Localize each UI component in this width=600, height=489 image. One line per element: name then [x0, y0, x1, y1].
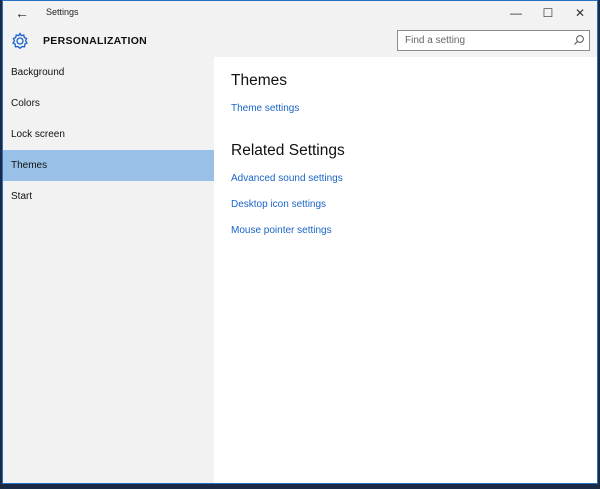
search-icon[interactable]: [573, 34, 585, 46]
page-title: PERSONALIZATION: [43, 35, 148, 47]
sidebar-item-label: Colors: [11, 98, 40, 109]
sidebar-item-colors[interactable]: Colors: [3, 88, 214, 119]
taskbar: [0, 484, 600, 489]
themes-heading: Themes: [231, 72, 287, 89]
title-bar: ← Settings — ☐ ✕: [3, 1, 597, 25]
sidebar-item-label: Lock screen: [11, 129, 65, 140]
sidebar-item-themes[interactable]: Themes: [3, 150, 214, 181]
search-box[interactable]: [397, 30, 590, 51]
close-button[interactable]: ✕: [563, 1, 597, 25]
advanced-sound-settings-link[interactable]: Advanced sound settings: [231, 173, 343, 184]
sidebar-item-label: Background: [11, 67, 65, 78]
sidebar-item-lock-screen[interactable]: Lock screen: [3, 119, 214, 150]
related-settings-heading: Related Settings: [231, 142, 345, 159]
mouse-pointer-settings-link[interactable]: Mouse pointer settings: [231, 225, 332, 236]
sidebar-item-background[interactable]: Background: [3, 57, 214, 88]
theme-settings-link[interactable]: Theme settings: [231, 103, 299, 114]
search-input[interactable]: [398, 31, 575, 50]
sidebar-item-start[interactable]: Start: [3, 181, 214, 212]
minimize-button[interactable]: —: [499, 1, 533, 25]
sidebar: Background Colors Lock screen Themes Sta…: [3, 57, 214, 483]
back-button[interactable]: ←: [13, 4, 31, 22]
maximize-button[interactable]: ☐: [531, 1, 565, 25]
sidebar-item-label: Themes: [11, 160, 48, 171]
main-content: Themes Theme settings Related Settings A…: [214, 57, 597, 483]
page-header: PERSONALIZATION: [3, 25, 597, 57]
sidebar-item-label: Start: [11, 191, 33, 202]
settings-window: ← Settings — ☐ ✕ PERSONALIZATION Backgro…: [2, 0, 598, 484]
window-title: Settings: [46, 7, 79, 17]
desktop-icon-settings-link[interactable]: Desktop icon settings: [231, 199, 326, 210]
gear-icon: [12, 32, 28, 50]
